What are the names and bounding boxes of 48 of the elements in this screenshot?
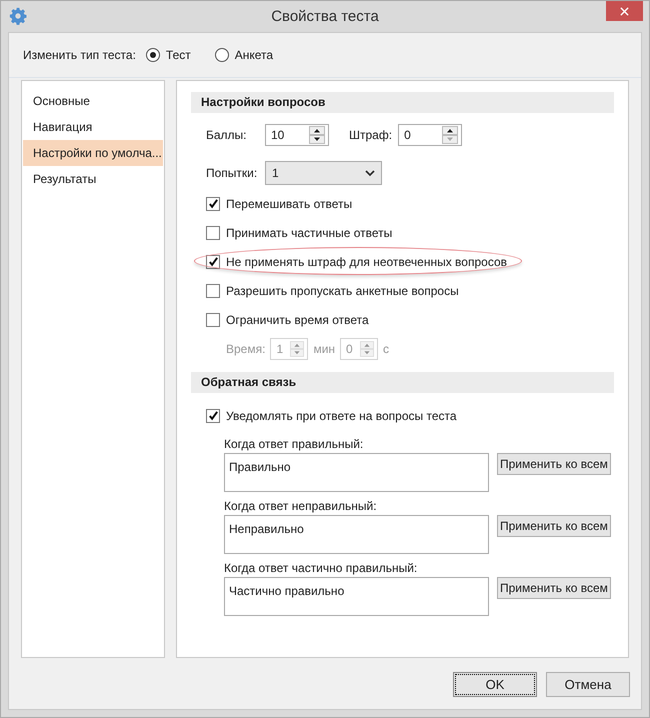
sidebar-item[interactable]: Настройки по умолча... <box>23 140 163 166</box>
message-label: Когда ответ частично правильный: <box>224 560 418 577</box>
settings-icon[interactable] <box>9 7 27 25</box>
message-label: Когда ответ неправильный: <box>224 498 378 515</box>
spinner-arrows-icon[interactable] <box>442 126 458 144</box>
section-header: Обратная связь <box>191 372 614 393</box>
checkbox[interactable] <box>206 284 220 298</box>
message-field[interactable]: Правильно <box>224 453 489 492</box>
message-label: Когда ответ правильный: <box>224 436 364 453</box>
apply-to-all-button[interactable]: Применить ко всем <box>497 577 611 599</box>
ok-button[interactable]: OK <box>453 672 537 697</box>
message-field[interactable]: Неправильно <box>224 515 489 554</box>
checkbox-label[interactable]: Ограничить время ответа <box>226 312 369 326</box>
apply-to-all-button[interactable]: Применить ко всем <box>497 453 611 475</box>
checkbox-label[interactable]: Перемешивать ответы <box>226 196 352 210</box>
seconds-unit: с <box>383 342 390 356</box>
attempts-label: Попытки: <box>206 166 258 180</box>
minutes-unit: мин <box>313 342 336 356</box>
checkbox-label[interactable]: Уведомлять при ответе на вопросы теста <box>226 408 457 422</box>
sidebar-item[interactable]: Навигация <box>23 114 163 140</box>
checkbox[interactable] <box>206 312 220 326</box>
radio-option[interactable]: Тест <box>146 48 191 62</box>
penalty-spinner[interactable]: 0 <box>398 124 462 146</box>
sidebar-item[interactable]: Основные <box>23 88 163 114</box>
type-label: Изменить тип теста: <box>23 48 136 62</box>
score-spinner[interactable]: 10 <box>265 124 329 146</box>
sidebar-item[interactable]: Результаты <box>23 166 163 192</box>
checkbox-label[interactable]: Принимать частичные ответы <box>226 226 392 240</box>
close-icon <box>620 6 629 16</box>
cancel-button[interactable]: Отмена <box>546 672 630 697</box>
checkbox[interactable] <box>206 226 220 240</box>
radio-option[interactable]: Анкета <box>214 48 274 62</box>
section-header: Настройки вопросов <box>191 92 614 113</box>
window-title: Свойства теста <box>271 8 379 25</box>
message-field[interactable]: Частично правильно <box>224 577 489 616</box>
attempts-dropdown[interactable]: 1 <box>265 161 382 185</box>
checkbox-label[interactable]: Разрешить пропускать анкетные вопросы <box>226 284 459 298</box>
checkbox[interactable] <box>206 254 220 268</box>
apply-to-all-button[interactable]: Применить ко всем <box>497 515 611 537</box>
penalty-label: Штраф: <box>349 128 392 142</box>
spinner-arrows-icon[interactable] <box>309 126 325 144</box>
close-button[interactable] <box>606 1 643 21</box>
time-label: Время: <box>226 342 266 356</box>
checkbox-label[interactable]: Не применять штраф для неотвеченных вопросов <box>226 254 507 268</box>
checkbox[interactable] <box>206 196 220 210</box>
checkbox[interactable] <box>206 408 220 422</box>
score-label: Баллы: <box>206 128 248 142</box>
chevron-down-icon <box>365 169 375 177</box>
